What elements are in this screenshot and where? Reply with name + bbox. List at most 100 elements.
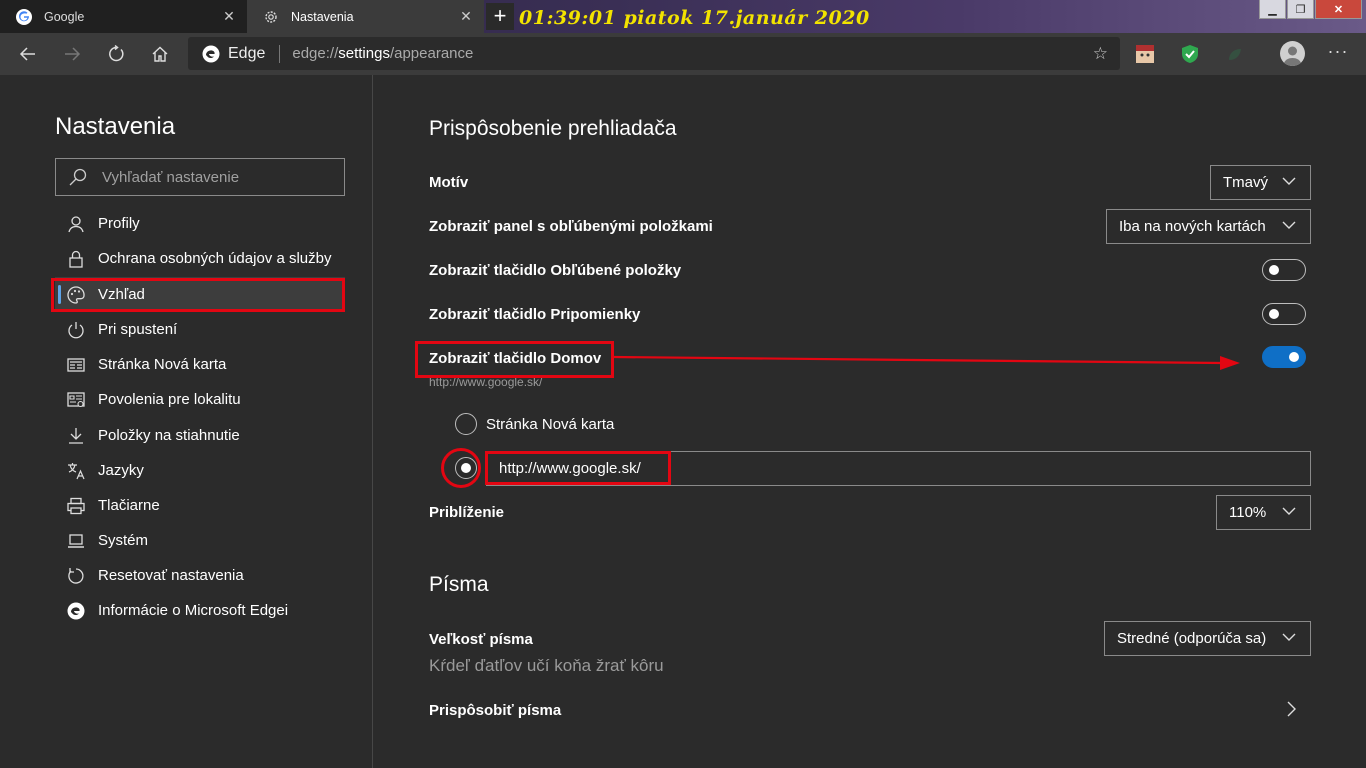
- languages-icon: [66, 461, 86, 481]
- sidebar-item-privacy[interactable]: Ochrana osobných údajov a služby: [55, 241, 345, 276]
- chevron-down-icon: [1282, 507, 1296, 515]
- favorite-star-icon[interactable]: ☆: [1093, 44, 1108, 64]
- download-icon: [66, 426, 86, 446]
- new-tab-page-icon: [66, 355, 86, 375]
- section-title-fonts: Písma: [429, 573, 489, 596]
- tab-label: Nastavenia: [291, 9, 354, 24]
- sidebar-item-on-startup[interactable]: Pri spustení: [55, 312, 345, 347]
- sidebar-item-label: Stránka Nová karta: [98, 356, 227, 373]
- section-title-customize-browser: Prispôsobenie prehliadača: [429, 117, 677, 140]
- sidebar-title: Nastavenia: [55, 113, 176, 140]
- toggle-knob: [1269, 265, 1279, 275]
- tab-label: Google: [44, 9, 85, 24]
- edge-icon: [66, 601, 86, 621]
- back-button[interactable]: [15, 42, 41, 66]
- chevron-down-icon: [1282, 633, 1296, 641]
- clock-overlay: 01:39:01 piatok 17.január 2020: [519, 7, 870, 29]
- close-tab-icon[interactable]: ✕: [458, 8, 474, 25]
- favorites-bar-dropdown[interactable]: Iba na nových kartách: [1106, 209, 1311, 244]
- favorites-bar-label: Zobraziť panel s obľúbenými položkami: [429, 218, 713, 235]
- sidebar-item-label: Pri spustení: [98, 321, 178, 338]
- edge-logo-icon: [202, 45, 220, 62]
- power-icon: [66, 320, 86, 340]
- person-icon: [66, 214, 86, 234]
- minimize-button[interactable]: ▁: [1259, 0, 1286, 19]
- sidebar-item-label: Povolenia pre lokalitu: [98, 391, 241, 408]
- annotation-highlight-sidebar: [51, 278, 345, 312]
- settings-search[interactable]: [55, 158, 345, 196]
- feedback-button-toggle[interactable]: [1262, 303, 1306, 325]
- chevron-right-icon[interactable]: [1284, 701, 1298, 717]
- back-arrow-icon: [19, 47, 35, 61]
- sidebar-item-label: Informácie o Microsoft Edgei: [98, 602, 289, 619]
- sidebar-item-label: Resetovať nastavenia: [98, 567, 244, 584]
- home-button[interactable]: [147, 42, 173, 66]
- tab-settings[interactable]: Nastavenia ✕: [247, 0, 484, 33]
- url-prefix: edge://: [292, 45, 339, 62]
- radio-new-tab-label: Stránka Nová karta: [486, 416, 615, 433]
- zoom-dropdown[interactable]: 110%: [1216, 495, 1311, 530]
- font-size-label: Veľkosť písma: [429, 631, 533, 648]
- sidebar-item-printers[interactable]: Tlačiarne: [55, 488, 345, 523]
- toggle-knob: [1269, 309, 1279, 319]
- home-icon: [152, 46, 168, 62]
- adblock-shield-icon[interactable]: [1180, 44, 1200, 64]
- extension-leaf-icon[interactable]: [1225, 44, 1245, 64]
- sidebar-item-downloads[interactable]: Položky na stiahnutie: [55, 418, 345, 453]
- reset-icon: [66, 566, 86, 586]
- chevron-down-icon: [1282, 177, 1296, 185]
- home-button-toggle[interactable]: [1262, 346, 1306, 368]
- font-size-dropdown[interactable]: Stredné (odporúča sa): [1104, 621, 1311, 656]
- refresh-icon: [109, 45, 124, 62]
- settings-main: Prispôsobenie prehliadača Motív Tmavý Zo…: [374, 75, 1366, 768]
- customize-fonts-label[interactable]: Prispôsobiť písma: [429, 702, 561, 719]
- annotation-circle-radio: [441, 448, 481, 488]
- sidebar-item-label: Tlačiarne: [98, 497, 160, 514]
- new-tab-button[interactable]: +: [486, 3, 514, 30]
- edge-brand-label: Edge: [228, 44, 266, 62]
- sidebar-item-system[interactable]: Systém: [55, 523, 345, 558]
- laptop-icon: [66, 531, 86, 551]
- search-icon: [69, 168, 87, 186]
- url-highlight: settings: [338, 45, 390, 62]
- toggle-knob: [1289, 352, 1299, 362]
- sidebar-item-languages[interactable]: Jazyky: [55, 453, 345, 488]
- feedback-button-label: Zobraziť tlačidlo Pripomienky: [429, 306, 641, 323]
- maximize-button[interactable]: ❐: [1287, 0, 1314, 19]
- settings-sidebar: Nastavenia Profily Ochrana osobných údaj…: [0, 75, 373, 768]
- font-size-value: Stredné (odporúča sa): [1117, 630, 1267, 647]
- zoom-label: Priblíženie: [429, 504, 505, 521]
- theme-dropdown[interactable]: Tmavý: [1210, 165, 1311, 200]
- close-window-button[interactable]: ✕: [1315, 0, 1362, 19]
- theme-value: Tmavý: [1223, 174, 1268, 191]
- browser-toolbar: Edge edge://settings/appearance ☆ ···: [0, 33, 1366, 75]
- sidebar-item-new-tab-page[interactable]: Stránka Nová karta: [55, 347, 345, 382]
- tab-google[interactable]: Google ✕: [0, 0, 247, 33]
- sidebar-item-label: Jazyky: [98, 462, 144, 479]
- radio-new-tab-page[interactable]: [455, 413, 477, 435]
- lock-icon: [66, 249, 86, 269]
- sidebar-item-about[interactable]: Informácie o Microsoft Edgei: [55, 593, 345, 628]
- url-text[interactable]: edge://settings/appearance: [292, 45, 473, 62]
- favorites-button-toggle[interactable]: [1262, 259, 1306, 281]
- forward-button[interactable]: [59, 42, 85, 66]
- favorites-button-label: Zobraziť tlačidlo Obľúbené položky: [429, 262, 682, 279]
- site-permissions-icon: [66, 390, 86, 410]
- profile-avatar[interactable]: [1280, 41, 1305, 66]
- sidebar-item-label: Systém: [98, 532, 149, 549]
- forward-arrow-icon: [65, 47, 81, 61]
- more-menu-icon[interactable]: ···: [1326, 41, 1350, 62]
- sidebar-item-profiles[interactable]: Profily: [55, 206, 345, 241]
- search-input[interactable]: [102, 168, 332, 186]
- annotation-highlight-home-label: [415, 341, 614, 378]
- title-bar: Google ✕ Nastavenia ✕ + 01:39:01 piatok …: [0, 0, 1366, 33]
- address-divider: [279, 44, 281, 63]
- refresh-button[interactable]: [103, 42, 129, 66]
- extension-avatar-icon[interactable]: [1135, 44, 1155, 64]
- address-bar[interactable]: Edge edge://settings/appearance ☆: [188, 37, 1120, 70]
- sidebar-item-reset[interactable]: Resetovať nastavenia: [55, 558, 345, 593]
- close-tab-icon[interactable]: ✕: [221, 8, 237, 25]
- sidebar-item-site-permissions[interactable]: Povolenia pre lokalitu: [55, 382, 345, 417]
- favorites-bar-value: Iba na nových kartách: [1119, 218, 1266, 235]
- sidebar-item-label: Profily: [98, 215, 140, 232]
